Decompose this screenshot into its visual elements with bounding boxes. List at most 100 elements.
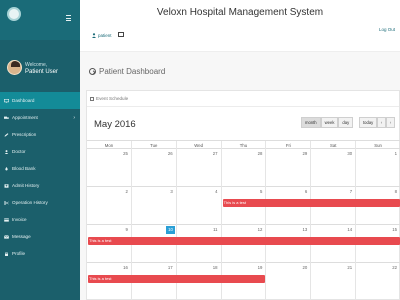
- sidebar-item-blood-bank[interactable]: Blood Bank: [0, 160, 80, 177]
- panel-title: Event Schedule: [96, 96, 129, 101]
- day-number: 18: [212, 265, 218, 270]
- hospital-logo: [7, 7, 21, 21]
- sidebar-item-label: Message: [12, 234, 31, 239]
- sidebar-item-appointment[interactable]: Appointment ›: [0, 109, 80, 126]
- day-number: 6: [304, 189, 308, 194]
- tint-icon: [4, 166, 9, 171]
- day-number: 30: [347, 151, 353, 156]
- user-name: Patient User: [25, 69, 59, 75]
- credit-card-icon: [4, 217, 9, 222]
- view-month-button[interactable]: month: [301, 117, 321, 128]
- day-number: 13: [302, 227, 308, 232]
- sidebar-item-doctor[interactable]: Doctor: [0, 143, 80, 160]
- scissors-icon: [4, 200, 9, 205]
- sidebar-item-message[interactable]: Message: [0, 228, 80, 245]
- calendar-week-row: 16 17 18 19 20 21 22 This is a test: [87, 263, 400, 300]
- envelope-icon[interactable]: [118, 32, 124, 37]
- day-number: 12: [257, 227, 263, 232]
- sidebar-header: [0, 0, 80, 40]
- welcome-text: Welcome,: [25, 62, 48, 68]
- calendar-week-row: 9 10 11 12 13 14 15 This is a test: [87, 225, 400, 263]
- sidebar-menu: Dashboard Appointment › Prescription Doctor B…: [0, 92, 80, 262]
- calendar-day-cell[interactable]: 25: [87, 149, 132, 187]
- day-number: 22: [392, 265, 397, 270]
- sidebar-item-prescription[interactable]: Prescription: [0, 126, 80, 143]
- day-number: 21: [347, 265, 353, 270]
- user-icon: [4, 149, 9, 154]
- day-number: 27: [212, 151, 218, 156]
- sidebar: Welcome, Patient User Dashboard Appointme…: [0, 0, 80, 300]
- sidebar-item-admit-history[interactable]: Admit History: [0, 177, 80, 194]
- calendar-day-cell[interactable]: 30: [311, 149, 357, 187]
- view-week-button[interactable]: week: [320, 117, 339, 128]
- calendar-week-row: 2 3 4 5 6 7 8 This is a test: [87, 187, 400, 225]
- sidebar-item-label: Prescription: [12, 132, 37, 137]
- day-number: 10: [166, 225, 175, 234]
- day-number: 14: [347, 227, 353, 232]
- sidebar-item-dashboard[interactable]: Dashboard: [0, 92, 80, 109]
- next-month-button[interactable]: ›: [386, 117, 395, 128]
- calendar-day-cell[interactable]: 22: [356, 263, 400, 300]
- calendar-day-cell[interactable]: 27: [177, 149, 222, 187]
- day-number: 11: [213, 227, 218, 232]
- weekday-header-row: Mon Tue Wed Thu Fri Sat Sun: [87, 140, 400, 150]
- app-title: Veloxn Hospital Management System: [156, 7, 324, 18]
- avatar: [7, 60, 22, 75]
- envelope-icon: [4, 234, 9, 239]
- day-number: 7: [349, 189, 353, 194]
- page-title-text: Patient Dashboard: [99, 67, 166, 76]
- calendar-day-cell[interactable]: 3: [132, 187, 177, 225]
- event-schedule-panel: Event Schedule May 2016 month week day tod…: [86, 90, 400, 300]
- calendar-day-cell[interactable]: 1: [356, 149, 400, 187]
- sidebar-item-label: Blood Bank: [12, 166, 36, 171]
- view-switcher: month week day: [301, 117, 354, 128]
- page-title: Patient Dashboard: [89, 67, 165, 76]
- calendar-day-cell[interactable]: 20: [266, 263, 312, 300]
- day-number: 2: [125, 189, 128, 194]
- header-user-link[interactable]: patient: [92, 33, 112, 38]
- day-number: 26: [167, 151, 173, 156]
- day-number: 5: [260, 189, 263, 194]
- hamburger-menu-icon[interactable]: [66, 15, 71, 23]
- sidebar-item-operation-history[interactable]: Operation History: [0, 194, 80, 211]
- sidebar-item-profile[interactable]: Profile: [0, 245, 80, 262]
- calendar-month-title: May 2016: [94, 119, 136, 130]
- day-number: 19: [257, 265, 263, 270]
- day-number: 17: [167, 265, 173, 270]
- day-number: 8: [394, 189, 397, 194]
- calendar-day-cell[interactable]: 26: [132, 149, 177, 187]
- monitor-icon: [4, 98, 9, 103]
- calendar-event[interactable]: This is a test: [88, 237, 400, 245]
- user-icon: [92, 33, 96, 38]
- calendar-event[interactable]: This is a test: [222, 199, 400, 207]
- top-header: Veloxn Hospital Management System Log Ou…: [80, 0, 400, 52]
- header-user-label: patient: [98, 33, 112, 38]
- day-number: 20: [302, 265, 308, 270]
- calendar-day-cell[interactable]: 28: [222, 149, 267, 187]
- truck-icon: [4, 116, 9, 120]
- pen-icon: [4, 132, 9, 137]
- arrow-circle-icon: [89, 68, 96, 75]
- today-button[interactable]: today: [359, 117, 378, 128]
- chevron-right-icon: ›: [73, 114, 75, 121]
- sidebar-item-label: Dashboard: [12, 98, 35, 103]
- sidebar-item-label: Invoice: [12, 217, 27, 222]
- sidebar-item-label: Profile: [12, 251, 26, 256]
- calendar-event[interactable]: This is a test: [88, 275, 266, 283]
- calendar-icon: [90, 96, 94, 101]
- day-number: 16: [123, 265, 128, 270]
- hospital-icon: [4, 183, 9, 188]
- sidebar-item-invoice[interactable]: Invoice: [0, 211, 80, 228]
- day-number: 9: [125, 227, 128, 232]
- day-number: 15: [392, 227, 397, 232]
- panel-header: Event Schedule: [87, 91, 399, 107]
- sidebar-item-label: Operation History: [12, 200, 48, 205]
- view-day-button[interactable]: day: [338, 117, 354, 128]
- calendar-day-cell[interactable]: 21: [311, 263, 357, 300]
- day-number: 3: [170, 189, 173, 194]
- calendar-day-cell[interactable]: 29: [266, 149, 312, 187]
- calendar-day-cell[interactable]: 2: [87, 187, 132, 225]
- logout-link[interactable]: Log Out: [379, 27, 395, 32]
- calendar-day-cell[interactable]: 4: [177, 187, 222, 225]
- prev-month-button[interactable]: ‹: [377, 117, 386, 128]
